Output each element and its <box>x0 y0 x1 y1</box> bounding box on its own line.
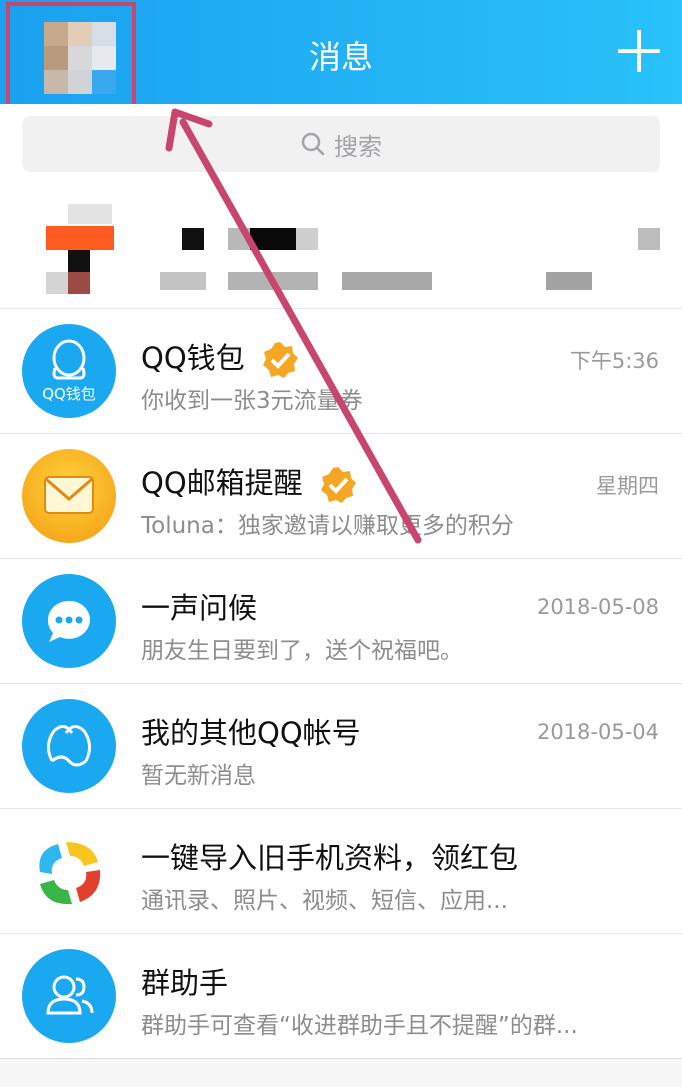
conversation-preview: 群助手可查看“收进群助手且不提醒”的群... <box>141 1013 578 1039</box>
verified-badge-icon <box>320 467 356 503</box>
bottom-tab-bar[interactable] <box>0 1058 682 1087</box>
conversation-title: 一声问候 <box>141 591 258 625</box>
conversation-other-accounts[interactable]: 我的其他QQ帐号 暂无新消息 2018-05-04 <box>0 684 682 809</box>
conversation-title: QQ邮箱提醒 <box>141 460 358 505</box>
import-colorful-icon <box>22 824 116 918</box>
conversation-preview: Toluna：独家邀请以赚取更多的积分 <box>141 513 514 539</box>
group-assistant-icon <box>22 949 116 1043</box>
conversation-import[interactable]: 一键导入旧手机资料，领红包 通讯录、照片、视频、短信、应用... <box>0 809 682 934</box>
blurred-conversation[interactable] <box>0 186 682 309</box>
conversation-time: 下午5:36 <box>569 349 659 373</box>
conversation-title: QQ钱包 <box>141 335 300 380</box>
mail-icon <box>22 449 116 543</box>
conversation-qq-wallet[interactable]: QQ钱包 QQ钱包 你收到一张3元流量券 下午5:36 <box>0 309 682 434</box>
accounts-icon <box>22 699 116 793</box>
chat-bubble-icon <box>22 574 116 668</box>
conversation-preview: 通讯录、照片、视频、短信、应用... <box>141 888 508 914</box>
conversation-preview: 暂无新消息 <box>141 763 256 789</box>
search-placeholder: 搜索 <box>334 132 382 161</box>
verified-badge-icon <box>262 342 298 378</box>
conversation-qq-mail[interactable]: QQ邮箱提醒 Toluna：独家邀请以赚取更多的积分 星期四 <box>0 434 682 559</box>
top-bar: 消息 <box>0 0 682 112</box>
conversation-title: 我的其他QQ帐号 <box>141 716 361 750</box>
conversation-greeting[interactable]: 一声问候 朋友生日要到了，送个祝福吧。 2018-05-08 <box>0 559 682 684</box>
conversation-title: 一键导入旧手机资料，领红包 <box>141 841 519 875</box>
qq-wallet-icon: QQ钱包 <box>22 324 116 418</box>
conversation-time: 星期四 <box>596 474 659 498</box>
conversation-preview: 朋友生日要到了，送个祝福吧。 <box>141 638 463 664</box>
search-input[interactable]: 搜索 <box>22 116 660 172</box>
conversation-group-assistant[interactable]: 群助手 群助手可查看“收进群助手且不提醒”的群... <box>0 934 682 1059</box>
search-icon <box>301 132 325 156</box>
search-area: 搜索 <box>0 104 682 186</box>
add-icon[interactable] <box>618 30 660 72</box>
conversation-time: 2018-05-04 <box>536 720 659 744</box>
page-title: 消息 <box>308 38 373 76</box>
qq-wallet-icon-label: QQ钱包 <box>42 385 96 403</box>
conversation-time: 2018-05-08 <box>536 595 659 619</box>
conversation-title: 群助手 <box>141 966 229 1000</box>
conversation-preview: 你收到一张3元流量券 <box>141 388 363 414</box>
